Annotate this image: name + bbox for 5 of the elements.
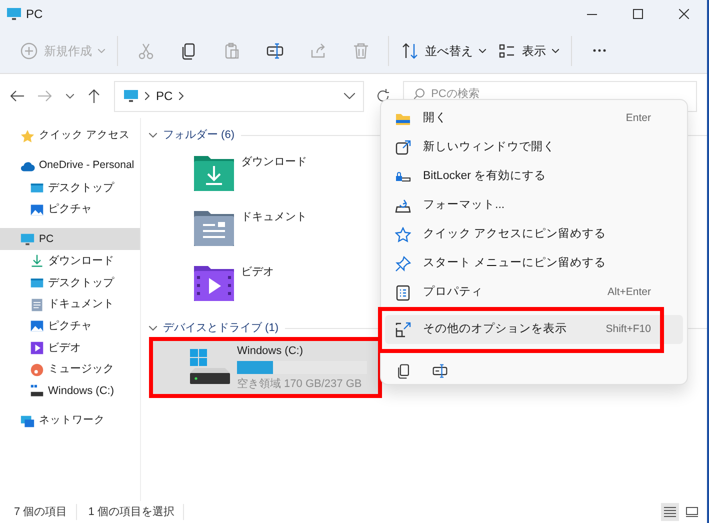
status-text: 1 個の項目を選択: [86, 504, 184, 520]
window-title: PC: [26, 6, 43, 23]
section-header: デバイスとドライブ (1): [163, 320, 278, 336]
status-text: 7 個の項目: [12, 504, 78, 520]
section-header: フォルダー (6): [163, 128, 234, 143]
